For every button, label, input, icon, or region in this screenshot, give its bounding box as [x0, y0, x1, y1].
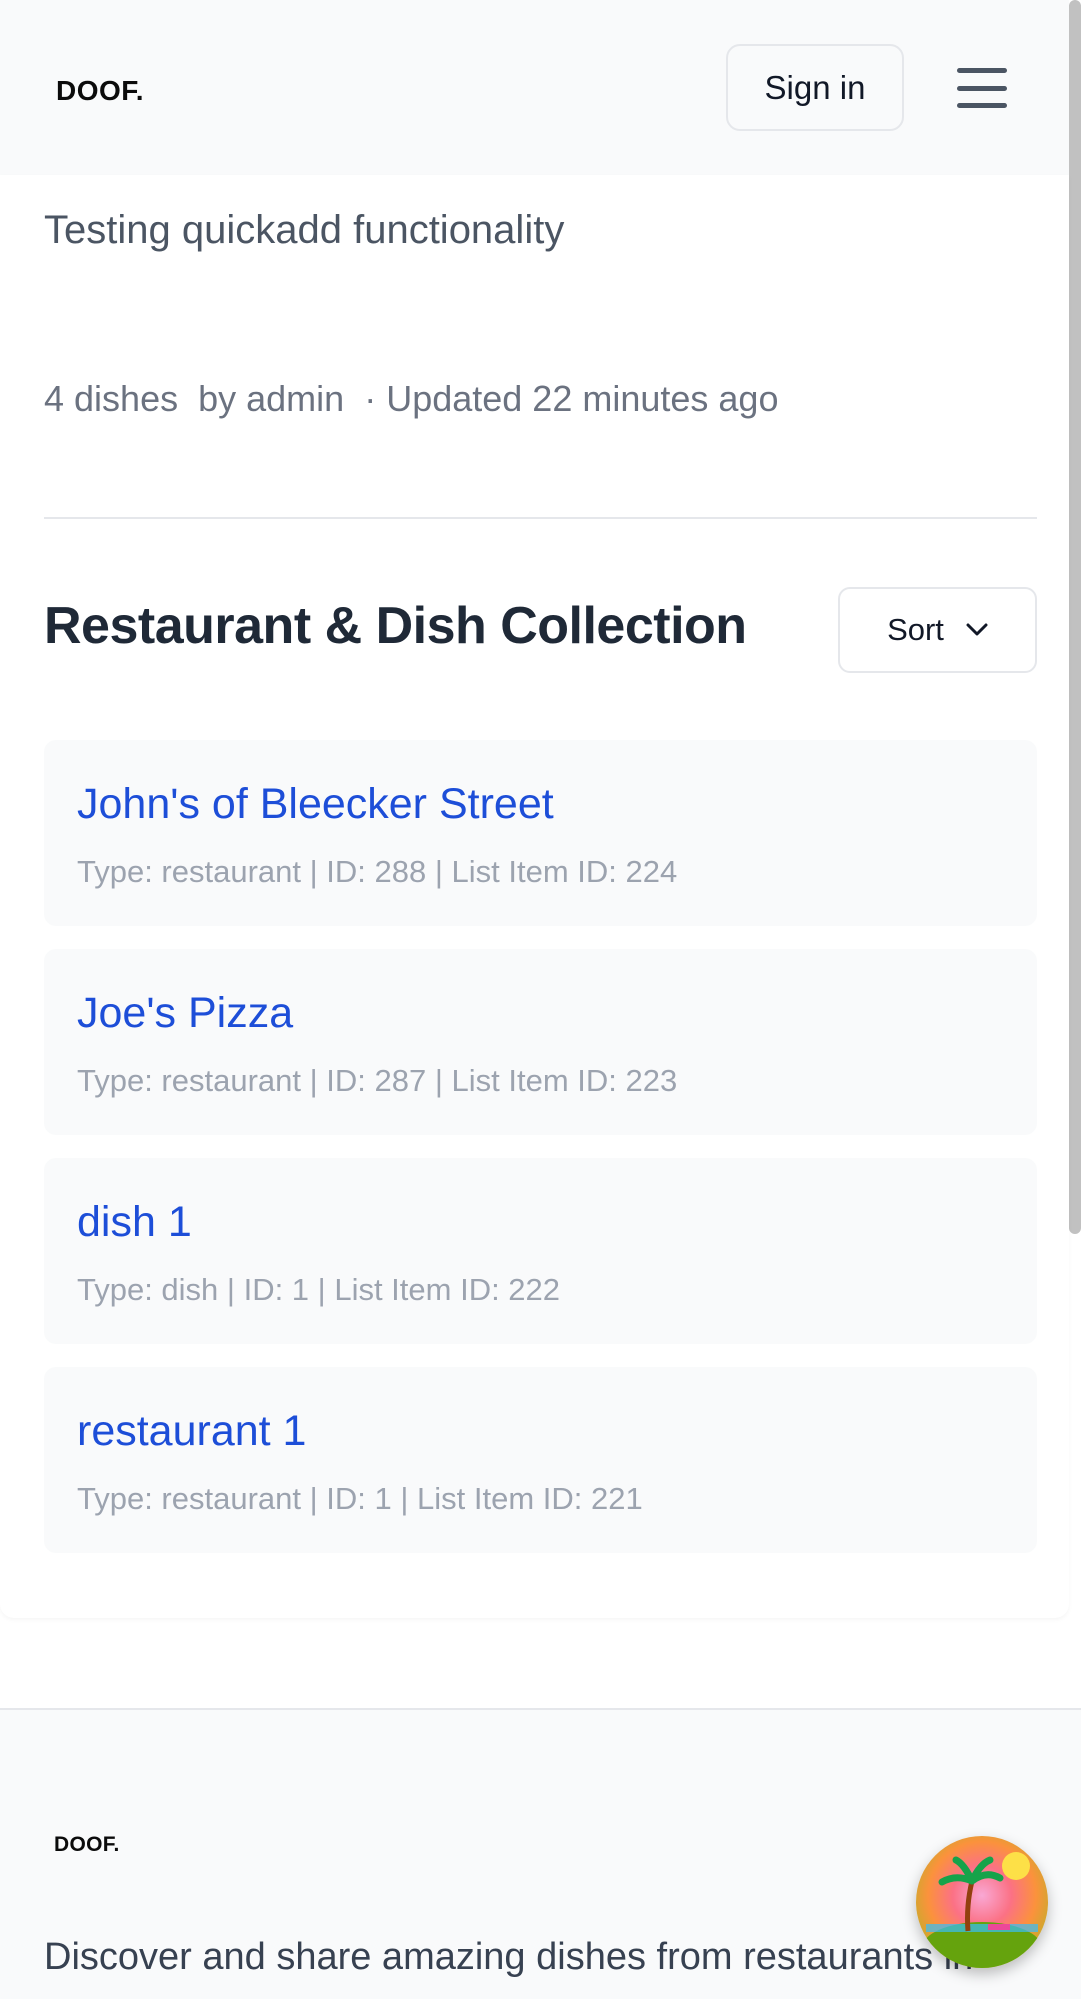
item-name-link[interactable]: restaurant 1 [77, 1407, 306, 1456]
item-name-link[interactable]: dish 1 [77, 1198, 192, 1247]
item-name-link[interactable]: Joe's Pizza [77, 989, 293, 1038]
hamburger-menu-icon[interactable] [954, 64, 1010, 112]
list-item[interactable]: restaurant 1 Type: restaurant | ID: 1 | … [44, 1367, 1037, 1553]
footer-logo[interactable]: DOOF. [54, 1833, 120, 1857]
item-meta: Type: dish | ID: 1 | List Item ID: 222 [77, 1272, 561, 1307]
item-name-link[interactable]: John's of Bleecker Street [77, 780, 554, 829]
list-author[interactable]: by admin [198, 378, 344, 420]
list-item[interactable]: dish 1 Type: dish | ID: 1 | List Item ID… [44, 1158, 1037, 1344]
menu-bar [957, 85, 1007, 91]
footer-tagline: Discover and share amazing dishes from r… [44, 1936, 974, 1978]
logo[interactable]: DOOF. [56, 75, 144, 107]
chevron-down-icon [966, 623, 988, 636]
site-header: DOOF. Sign in [0, 0, 1069, 175]
scrollbar[interactable] [1069, 0, 1081, 1234]
list-meta: 4 dishes by admin · Updated 22 minutes a… [44, 378, 778, 420]
sign-in-button[interactable]: Sign in [726, 44, 904, 131]
dish-count: 4 dishes [44, 378, 179, 419]
list-description: Testing quickadd functionality [44, 208, 565, 252]
meta-spacer [344, 378, 364, 420]
item-meta: Type: restaurant | ID: 288 | List Item I… [77, 854, 678, 889]
updated-time: · Updated 22 minutes ago [364, 378, 779, 419]
list-item[interactable]: John's of Bleecker Street Type: restaura… [44, 740, 1037, 926]
menu-bar [957, 68, 1007, 73]
island-illustration [922, 1852, 1042, 1968]
meta-spacer [178, 378, 198, 420]
menu-bar [957, 103, 1007, 108]
site-footer: DOOF. Discover and share amazing dishes … [0, 1708, 1081, 1999]
island-beach-icon[interactable] [916, 1836, 1048, 1968]
list-item[interactable]: Joe's Pizza Type: restaurant | ID: 287 |… [44, 949, 1037, 1135]
sort-label: Sort [887, 612, 944, 647]
item-meta: Type: restaurant | ID: 287 | List Item I… [77, 1063, 678, 1098]
item-meta: Type: restaurant | ID: 1 | List Item ID:… [77, 1481, 643, 1516]
divider [44, 517, 1037, 519]
collection-title: Restaurant & Dish Collection [44, 597, 747, 655]
sort-button[interactable]: Sort [838, 587, 1037, 673]
